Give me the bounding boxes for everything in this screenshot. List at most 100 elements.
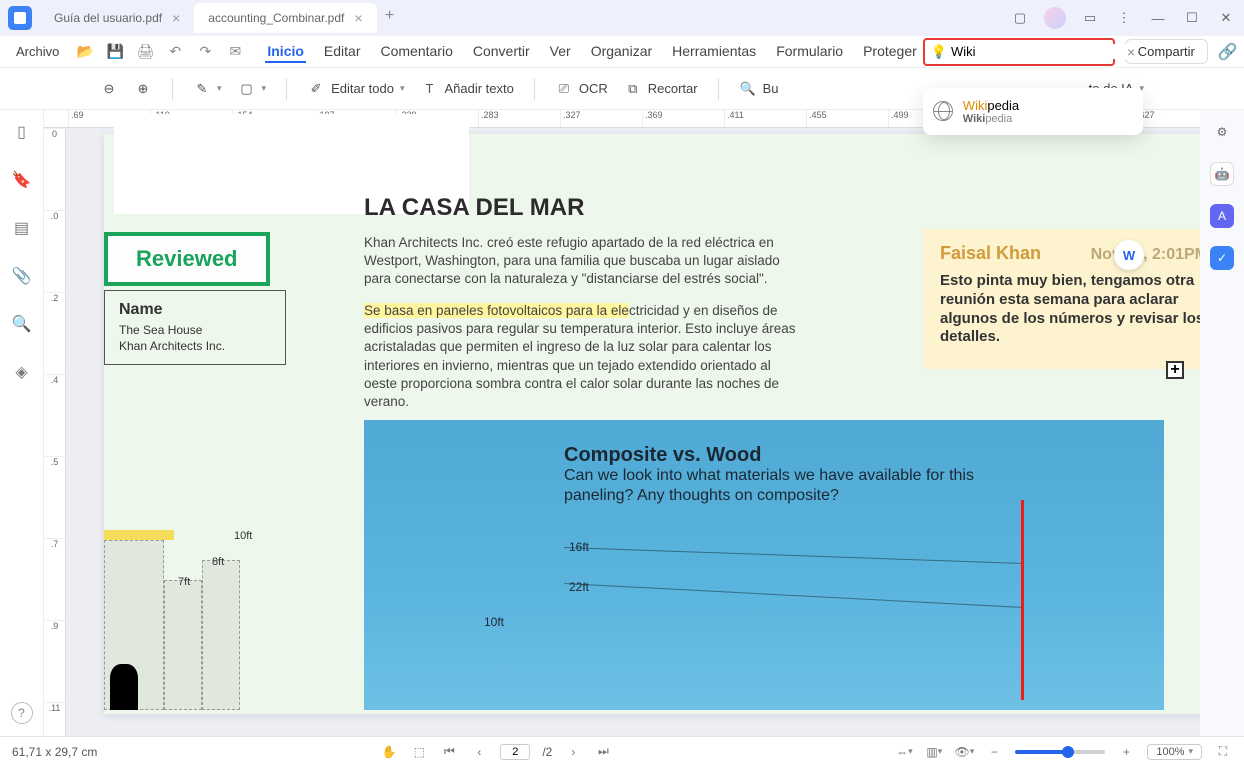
dropdown-result-sub: Wikipedia: [963, 113, 1019, 125]
sticky-note[interactable]: Faisal Khan Nov 16, 2:01PM Esto pinta mu…: [924, 229, 1200, 369]
undo-icon[interactable]: ↶: [165, 42, 185, 62]
tab-guia[interactable]: Guía del usuario.pdf ×: [40, 3, 194, 33]
search-input[interactable]: [951, 44, 1127, 59]
fullscreen-icon[interactable]: ⛶: [1214, 743, 1232, 761]
search-wrap: 💡 × Wikipedia Wikipedia: [923, 38, 1115, 66]
first-page-icon[interactable]: ⏮: [440, 743, 458, 761]
bp-dim: 10ft: [484, 615, 504, 629]
menubar: Archivo 📂 💾 🖨 ↶ ↷ ✉ Inicio Editar Coment…: [0, 36, 1244, 68]
coordinates: 61,71 x 29,7 cm: [12, 745, 97, 759]
last-page-icon[interactable]: ⏭: [594, 743, 612, 761]
ai-chat-icon[interactable]: 🤖: [1210, 162, 1234, 186]
statusbar: 61,71 x 29,7 cm ✋ ⬚ ⏮ ‹ /2 › ⏭ ⇔▾ ▥▾ 👁▾ …: [0, 736, 1244, 766]
reviewed-stamp: Reviewed: [104, 232, 270, 286]
comments-icon[interactable]: ▤: [12, 218, 32, 238]
chat-icon[interactable]: ▭: [1080, 8, 1100, 28]
zoom-in-icon[interactable]: +: [1117, 743, 1135, 761]
zoom-in-button[interactable]: ⊕: [134, 80, 152, 98]
search-box[interactable]: 💡 ×: [923, 38, 1115, 66]
print-icon[interactable]: 🖨: [135, 42, 155, 62]
add-text-button[interactable]: TAñadir texto: [420, 80, 513, 98]
zoom-select[interactable]: 100%▾: [1147, 744, 1202, 760]
note-date: Nov 16, 2:01PM: [1091, 246, 1200, 264]
blueprint-subtitle: Can we look into what materials we have …: [564, 466, 1024, 506]
read-mode-icon[interactable]: 👁▾: [955, 743, 973, 761]
layers-icon[interactable]: ◈: [12, 362, 32, 382]
menu-convertir[interactable]: Convertir: [471, 41, 532, 63]
settings-icon[interactable]: ⚙: [1210, 120, 1234, 144]
shape-button[interactable]: ▢▾: [238, 80, 267, 98]
close-window-icon[interactable]: ✕: [1216, 8, 1236, 28]
thumbnails-icon[interactable]: ▯: [12, 122, 32, 142]
blueprint-image: Composite vs. Wood Can we look into what…: [364, 420, 1164, 710]
tab-label: accounting_Combinar.pdf: [208, 11, 344, 25]
search-dropdown[interactable]: Wikipedia Wikipedia: [923, 88, 1143, 135]
bookmarks-icon[interactable]: 🔖: [12, 170, 32, 190]
open-icon[interactable]: 📂: [75, 42, 95, 62]
app-icon[interactable]: ▢: [1010, 8, 1030, 28]
zoom-slider[interactable]: [1015, 750, 1105, 754]
menu-archivo[interactable]: Archivo: [10, 40, 65, 63]
menu-inicio[interactable]: Inicio: [265, 41, 306, 63]
menu-ver[interactable]: Ver: [548, 41, 573, 63]
zoom-out-button[interactable]: ⊖: [100, 80, 118, 98]
menu-items: Inicio Editar Comentario Convertir Ver O…: [265, 41, 918, 63]
main: ▯ 🔖 ▤ 📎 🔍 ◈ ? .69.110.154.197.239.283.32…: [0, 110, 1244, 736]
check-icon[interactable]: ✓: [1210, 246, 1234, 270]
menu-editar[interactable]: Editar: [322, 41, 363, 63]
menu-proteger[interactable]: Proteger: [861, 41, 919, 63]
menu-organizar[interactable]: Organizar: [589, 41, 654, 63]
minimize-icon[interactable]: —: [1148, 8, 1168, 28]
view-mode-icon[interactable]: ▥▾: [925, 743, 943, 761]
note-author: Faisal Khan: [940, 243, 1041, 264]
name-label: Name: [119, 301, 271, 319]
quick-access-toolbar: 📂 💾 🖨 ↶ ↷ ✉: [75, 42, 245, 62]
crop-button[interactable]: ⧉Recortar: [624, 80, 698, 98]
ocr-button[interactable]: ⎚OCR: [555, 80, 608, 98]
canvas[interactable]: .69.110.154.197.239.283.327.369.411.455.…: [44, 110, 1200, 736]
maximize-icon[interactable]: ☐: [1182, 8, 1202, 28]
note-expand-button[interactable]: +: [1166, 361, 1184, 379]
link-icon[interactable]: 🔗: [1218, 42, 1238, 62]
help-icon[interactable]: ?: [11, 702, 33, 724]
globe-icon: [933, 101, 953, 121]
zoom-out-icon[interactable]: −: [985, 743, 1003, 761]
elev-label: 8ft: [212, 556, 224, 568]
name-box: Name The Sea HouseKhan Architects Inc.: [104, 290, 286, 365]
menu-herramientas[interactable]: Herramientas: [670, 41, 758, 63]
tab-accounting[interactable]: accounting_Combinar.pdf ×: [194, 3, 376, 33]
search-icon[interactable]: 🔍: [12, 314, 32, 334]
edit-all-button[interactable]: ✐Editar todo▾: [307, 80, 404, 98]
attachments-icon[interactable]: 📎: [12, 266, 32, 286]
left-rail: ▯ 🔖 ▤ 📎 🔍 ◈ ?: [0, 110, 44, 736]
close-icon[interactable]: ×: [172, 10, 180, 26]
divider: [286, 78, 287, 100]
menu-comentario[interactable]: Comentario: [379, 41, 455, 63]
avatar[interactable]: [1044, 7, 1066, 29]
close-icon[interactable]: ×: [354, 10, 362, 26]
search-tool-button[interactable]: 🔍Bu: [739, 80, 779, 98]
save-icon[interactable]: 💾: [105, 42, 125, 62]
next-page-icon[interactable]: ›: [564, 743, 582, 761]
paragraph-2: Se basa en paneles fotovoltaicos para la…: [364, 302, 804, 411]
redo-icon[interactable]: ↷: [195, 42, 215, 62]
vertical-ruler: 0.0.2.4.5.7.9.11.13: [44, 128, 66, 736]
clear-icon[interactable]: ×: [1127, 44, 1135, 60]
elev-label: 7ft: [178, 576, 190, 588]
window-controls: ▢ ▭ ⋮ — ☐ ✕: [1010, 7, 1236, 29]
hand-tool-icon[interactable]: ✋: [380, 743, 398, 761]
share-button[interactable]: Compartir: [1125, 39, 1208, 64]
menu-formulario[interactable]: Formulario: [774, 41, 845, 63]
prev-page-icon[interactable]: ‹: [470, 743, 488, 761]
page-input[interactable]: [500, 744, 530, 760]
add-tab-button[interactable]: +: [377, 3, 403, 29]
email-icon[interactable]: ✉: [225, 42, 245, 62]
select-tool-icon[interactable]: ⬚: [410, 743, 428, 761]
highlighter-button[interactable]: ✎▾: [193, 80, 222, 98]
fit-width-icon[interactable]: ⇔▾: [895, 743, 913, 761]
paragraph-1: Khan Architects Inc. creó este refugio a…: [364, 234, 804, 289]
translate-icon[interactable]: A: [1210, 204, 1234, 228]
more-icon[interactable]: ⋮: [1114, 8, 1134, 28]
divider: [172, 78, 173, 100]
word-badge-icon[interactable]: W: [1114, 240, 1144, 270]
